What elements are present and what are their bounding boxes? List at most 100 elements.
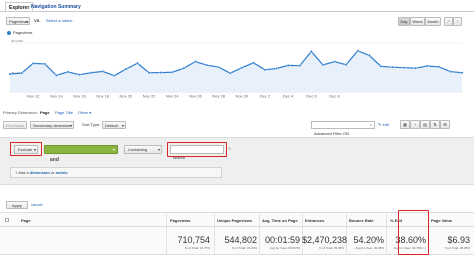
x-tick-label: Nov 20 (120, 94, 133, 99)
or-label: or (50, 170, 55, 175)
sort-type-select[interactable]: Default ▾ (102, 121, 126, 129)
plot-rows-button[interactable]: Plot Rows (3, 121, 27, 129)
subtotal-unique-pageviews: % of Total: 43.20% (232, 246, 257, 250)
data-point (414, 66, 418, 70)
data-point (275, 67, 278, 70)
period-week-button[interactable]: Week (410, 17, 425, 26)
chevron-down-icon: ▾ (112, 147, 115, 152)
x-tick-label: Nov 24 (166, 94, 179, 99)
data-point (309, 50, 313, 53)
total-pageviews: 710,754 (177, 235, 210, 245)
col-header-pageviews[interactable]: Pageviews (170, 218, 190, 223)
data-point (89, 71, 93, 75)
match-type-select[interactable]: Containing ▾ (124, 145, 162, 154)
period-month-button[interactable]: Month (425, 17, 441, 26)
col-header-bounce-rate[interactable]: Bounce Rate (349, 218, 373, 223)
total-bounce-rate: 54.20% (353, 235, 384, 245)
col-header-avg-time[interactable]: Avg. Time on Page (262, 218, 298, 223)
primary-dimension-label: Primary Dimension: (3, 110, 38, 115)
chevron-down-icon: ▾ (157, 147, 160, 152)
col-header-entrances[interactable]: Entrances (305, 218, 324, 223)
data-point (425, 64, 429, 68)
data-point (112, 74, 116, 78)
x-tick-label: Nov 16 (73, 94, 86, 99)
data-point (182, 66, 186, 70)
close-icon[interactable]: × (370, 123, 372, 127)
cancel-link[interactable]: cancel (31, 203, 43, 207)
dimension-page[interactable]: Page (40, 111, 50, 115)
data-point (263, 68, 267, 72)
secondary-dimension-select[interactable]: Secondary dimension ▾ (30, 121, 74, 129)
data-point (205, 63, 209, 67)
data-point (367, 54, 371, 57)
chart-type-line-button[interactable]: ⟋ (444, 17, 453, 26)
chart-type-dot-button[interactable]: ⁘ (453, 17, 462, 26)
data-point (333, 60, 336, 64)
match-type-label: Containing (128, 147, 148, 152)
advanced-filter-status[interactable]: Advanced Filter ON × (311, 121, 375, 136)
data-point (460, 71, 464, 75)
x-tick-label: Dec 4 (283, 94, 294, 99)
col-header-page[interactable]: Page (21, 218, 31, 223)
data-point (228, 71, 232, 75)
data-point (66, 70, 70, 74)
x-tick-label: Dec 2 (260, 94, 271, 99)
tab-divider (0, 11, 474, 12)
dimension-other[interactable]: Other ▾ (78, 111, 91, 115)
data-point (147, 71, 151, 75)
compare-icon: ⇅ (433, 122, 437, 127)
view-pie-button[interactable]: ◔ (410, 120, 420, 129)
data-point (344, 63, 348, 67)
period-day-button[interactable]: Day (398, 17, 410, 26)
add-dimension-link[interactable]: dimension (30, 170, 50, 175)
data-point (379, 64, 383, 68)
edit-link[interactable]: ✎ edit (378, 123, 389, 127)
pivot-icon: ⊞ (443, 122, 447, 127)
advanced-filter-text: Advanced Filter ON (314, 131, 349, 136)
metric-select[interactable]: Pageviews ▾ (6, 17, 30, 25)
add-prefix: + Add a (15, 170, 29, 175)
subtotal-entrances: % of Total: 35.45% (319, 246, 344, 250)
select-metric-link[interactable]: Select a metric (46, 19, 72, 23)
total-unique-pageviews: 544,802 (224, 235, 257, 245)
data-point (391, 65, 394, 69)
remove-filter-icon[interactable]: ⊖ (228, 147, 231, 151)
legend-dot (7, 31, 11, 35)
filter-value-highlight (167, 142, 227, 157)
sort-type-label: Sort Type: (82, 122, 101, 127)
view-pivot-button[interactable]: ⊞ (440, 120, 450, 129)
line-chart-icon: ⟋ (447, 19, 450, 24)
view-table-button[interactable]: ▦ (400, 120, 410, 129)
data-point (31, 62, 35, 65)
pie-icon: ◔ (413, 122, 417, 127)
secondary-dimension-label: Secondary dimension (33, 123, 72, 128)
col-header-unique-pageviews[interactable]: Unique Pageviews (217, 218, 252, 223)
grid-icon: ▦ (403, 122, 407, 127)
add-metric-link[interactable]: metric (56, 170, 68, 175)
data-point (8, 72, 12, 76)
x-tick-label: Nov 30 (235, 94, 248, 99)
vs-label: VS. (34, 18, 41, 23)
data-point (159, 71, 163, 74)
select-all-checkbox[interactable] (5, 218, 9, 222)
data-point (402, 66, 406, 70)
x-tick-label: Nov 14 (50, 94, 63, 99)
data-point (251, 61, 255, 65)
data-point (54, 73, 58, 77)
view-bar-button[interactable]: ▤ (420, 120, 430, 129)
data-point (124, 67, 128, 71)
data-point (194, 60, 197, 64)
x-tick-label: Nov 28 (212, 94, 225, 99)
data-point (356, 49, 360, 53)
data-point (449, 70, 452, 73)
apply-button[interactable]: Apply (6, 201, 28, 209)
series-area (10, 50, 462, 92)
data-point (170, 70, 174, 74)
col-header-page-value[interactable]: Page Value (431, 218, 452, 223)
dimension-page-title[interactable]: Page Title (55, 111, 73, 115)
total-page-value: $6.93 (447, 235, 470, 245)
pencil-icon: ✎ (378, 122, 382, 127)
subtotal-avg-time: Avg for View: 00:00:59 (269, 246, 300, 250)
view-compare-button[interactable]: ⇅ (430, 120, 440, 129)
filter-dimension-pill[interactable]: Page ▾ (44, 145, 118, 160)
